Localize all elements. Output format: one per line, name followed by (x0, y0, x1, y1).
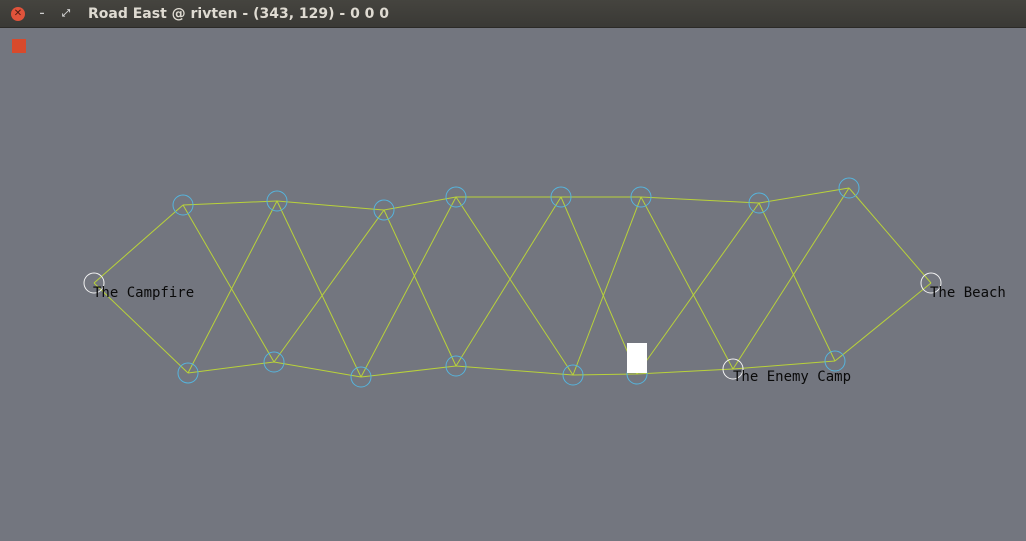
graph-edges (93, 187, 932, 378)
player-marker (627, 343, 647, 373)
road-edge (640, 196, 760, 204)
road-edge (383, 209, 457, 367)
title-bar[interactable]: ✕ – ⤢ Road East @ rivten - (343, 129) - … (0, 0, 1026, 28)
road-edge (360, 365, 457, 378)
road-edge (636, 202, 760, 375)
road-edge (732, 360, 836, 370)
game-canvas[interactable]: The Campfire The Enemy Camp The Beach (0, 28, 1026, 541)
road-edge (273, 361, 362, 378)
road-edge (758, 202, 836, 362)
road-edge (383, 196, 457, 211)
minimize-icon[interactable]: – (35, 7, 49, 21)
road-edge (187, 200, 278, 374)
road-edge (93, 204, 184, 284)
road-edge (455, 196, 562, 367)
road-edge (273, 209, 385, 363)
place-label-campfire: The Campfire (93, 285, 195, 301)
game-window: ✕ – ⤢ Road East @ rivten - (343, 129) - … (0, 0, 1026, 541)
road-edge (848, 187, 932, 284)
road-edge (187, 361, 275, 374)
road-edge (560, 196, 638, 375)
restore-icon[interactable]: ⤢ (59, 7, 73, 21)
road-edge (758, 187, 850, 204)
close-icon[interactable]: ✕ (11, 7, 25, 21)
place-label-beach: The Beach (930, 285, 1006, 301)
road-edge (182, 204, 275, 363)
road-edge (360, 196, 457, 378)
status-indicator (12, 39, 26, 53)
road-edge (276, 200, 362, 378)
road-edge (455, 365, 574, 376)
road-edge (182, 200, 278, 206)
road-edge (276, 200, 385, 211)
road-edge (455, 196, 574, 376)
window-title: Road East @ rivten - (343, 129) - 0 0 0 (88, 6, 390, 22)
road-edge (640, 196, 734, 370)
road-edge (834, 282, 932, 362)
road-edge (636, 368, 734, 375)
place-label-enemy-camp: The Enemy Camp (733, 369, 852, 385)
